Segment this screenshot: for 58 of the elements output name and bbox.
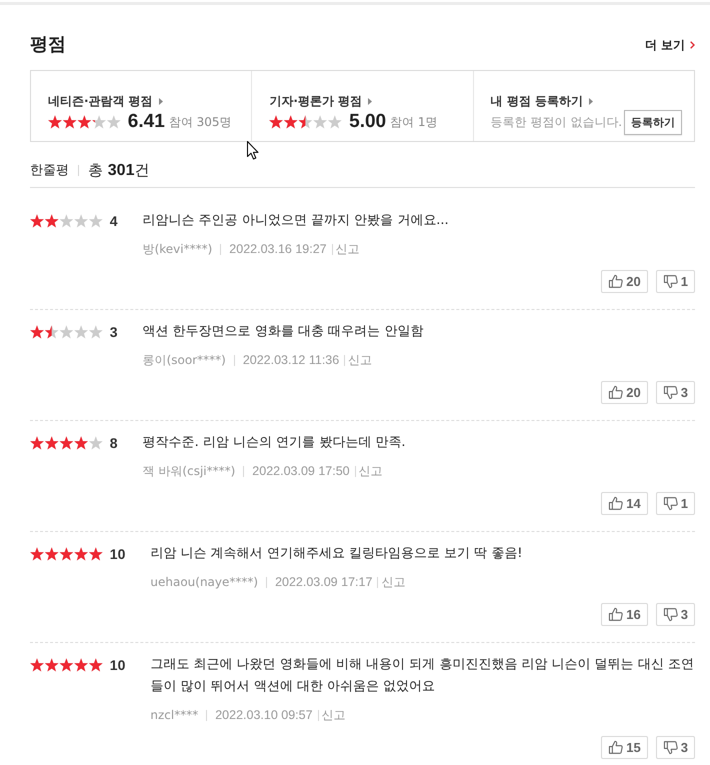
caret-right-icon [368,98,372,105]
register-button[interactable]: 등록하기 [624,110,682,134]
thumbs-down-icon [662,740,678,755]
review-date: 2022.03.16 19:27 [229,242,327,256]
thumbs-up-icon [608,274,624,289]
review-text: 평작수준. 리암 니슨의 연기를 봤다는데 만족. [142,434,407,452]
dislike-button[interactable]: 1 [656,270,695,293]
mouse-pointer-icon [247,141,259,160]
average-score: 6.41 [128,111,165,133]
rating-score: 10 [110,546,126,562]
thumbs-up-icon [608,496,624,511]
dislike-button[interactable]: 3 [656,603,695,626]
rating-category-link[interactable]: 네티즌·관람객 평점 [48,94,163,110]
dislike-button[interactable]: 3 [656,381,695,404]
comment-total: 총 301건 [88,160,150,180]
review-date: 2022.03.09 17:17 [275,575,372,589]
like-button[interactable]: 20 [601,381,648,404]
empty-rating-message: 등록한 평점이 없습니다. [490,114,622,130]
caret-right-icon [589,98,594,105]
review-text: 리암 니슨 계속해서 연기해주세요 킬링타임용으로 보기 딱 좋음! [150,545,524,563]
dislike-button[interactable]: 3 [656,736,695,759]
section-title: 평점 [30,33,66,57]
average-score: 5.00 [349,111,386,133]
participant-count: 참여 1명 [390,114,438,130]
review-text: 액션 한두장면으로 영화를 대충 때우려는 안일함 [142,323,424,341]
like-button[interactable]: 16 [601,603,648,626]
caret-right-icon [158,98,163,105]
more-link[interactable]: 더 보기 [644,36,695,54]
review-date: 2022.03.10 09:57 [215,708,313,722]
like-button[interactable]: 15 [601,736,648,759]
thumbs-down-icon [662,274,678,289]
rating-score: 10 [110,657,126,673]
review-date: 2022.03.09 17:50 [252,464,350,478]
thumbs-down-icon [662,496,678,511]
thumbs-down-icon [662,385,678,400]
thumbs-up-icon [608,740,624,755]
user-name: uehaou(naye****) [150,575,258,589]
user-name: 방(kevi****) [142,240,212,258]
dislike-button[interactable]: 1 [656,492,695,515]
review-date: 2022.03.12 11:36 [242,353,340,367]
like-button[interactable]: 20 [601,270,648,293]
chevron-right-icon [690,41,695,49]
user-name: nzcl**** [150,708,198,722]
thumbs-up-icon [608,385,624,400]
rating-score: 3 [110,324,118,340]
rating-score: 8 [110,435,118,451]
participant-count: 참여 305명 [168,114,232,130]
rating-score: 4 [110,213,118,229]
like-button[interactable]: 14 [601,492,648,515]
comments-title: 한줄평 [30,162,69,179]
review-text: 그래도 최근에 나왔던 영화들에 비해 내용이 되게 흥미진진했음 리암 니슨이 덜뛰는 대신 조연들이 많이 뛰어서 액션에 대한 아쉬움은 없었어요 [150,656,695,696]
my-rating-link[interactable]: 내 평점 등록하기 [490,94,594,110]
thumbs-down-icon [662,607,678,622]
rating-category-link[interactable]: 기자·평론가 평점 [269,94,372,110]
review-text: 리암니슨 주인공 아니었으면 끝까지 안봤을 거에요... [142,212,450,230]
user-name: 잭 바워(csji****) [142,462,236,480]
thumbs-up-icon [608,607,624,622]
user-name: 롱이(soor****) [142,352,226,368]
